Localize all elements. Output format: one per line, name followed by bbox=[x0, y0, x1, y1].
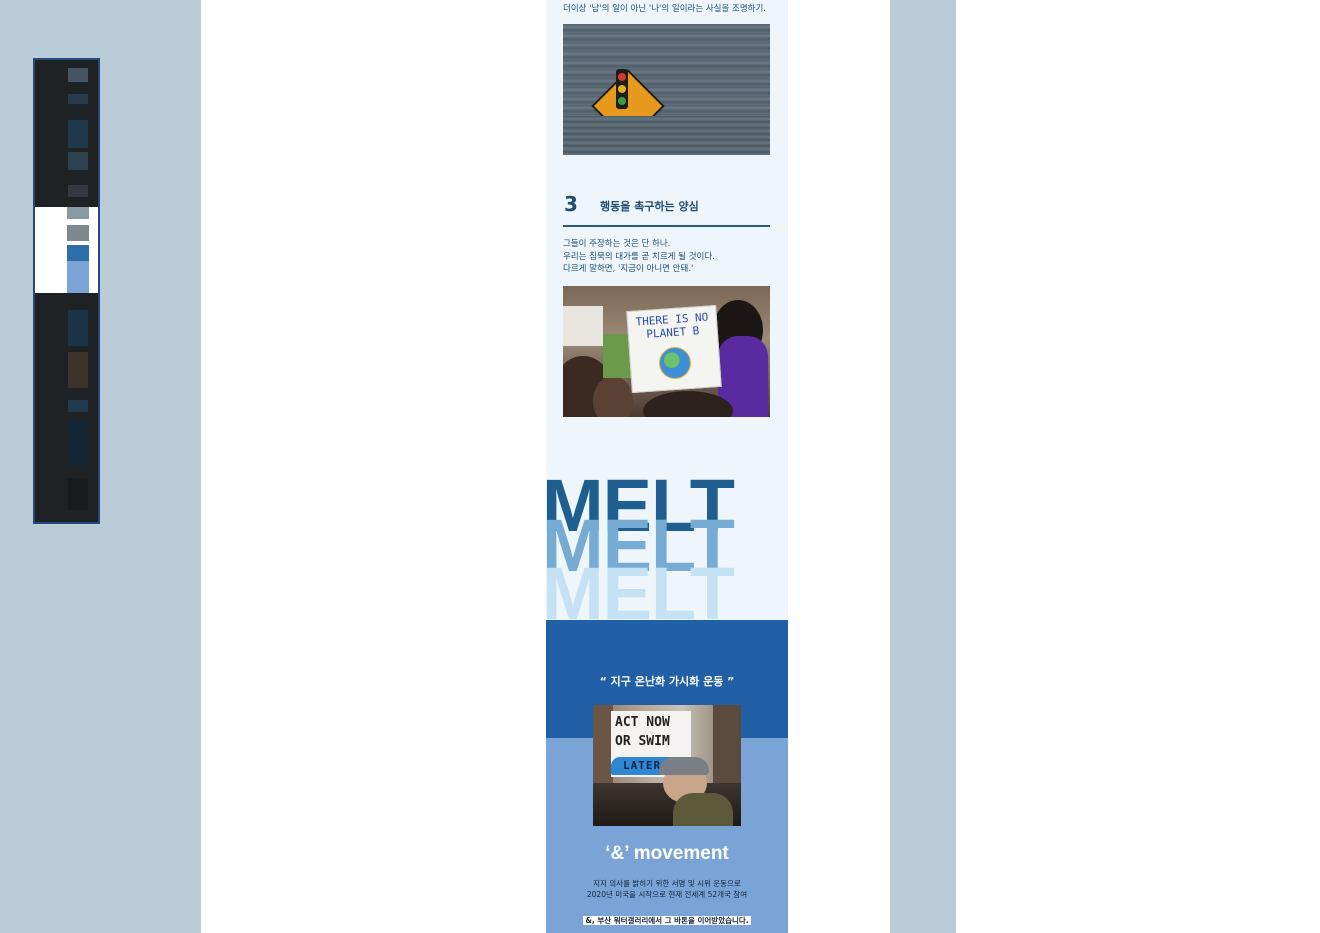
section-body-line: 그들이 주장하는 것은 단 하나. bbox=[563, 239, 671, 249]
melt-typography: MELT MELT MELT bbox=[546, 475, 788, 635]
act-now-sign-text: ACT NOW bbox=[615, 715, 670, 730]
document-page: 더이상 '남'의 일이 아닌 '나'의 일이라는 사실을 조명하기. 3 행동을… bbox=[546, 0, 788, 933]
protest-sign: THERE IS NO PLANET B bbox=[626, 304, 722, 394]
movement-title: ‘&’ movement bbox=[605, 843, 729, 864]
left-side-panel bbox=[0, 0, 201, 933]
viewport-strip bbox=[67, 225, 89, 241]
act-now-sign-text: LATER bbox=[623, 759, 662, 772]
movement-description-line: 2020년 미국을 시작으로 현재 전세계 52개국 참여 bbox=[586, 890, 748, 899]
section-body-line: 다르게 말하면, '지금이 아니면 안돼.' bbox=[563, 264, 694, 274]
navigator-dim-top bbox=[35, 60, 98, 207]
navigator-viewport[interactable] bbox=[35, 207, 98, 293]
movement-description: 지지 의사를 밝히기 위한 서명 및 시위 운동으로 2020년 미국을 시작으… bbox=[546, 878, 788, 900]
navigator-dim-bottom bbox=[35, 293, 98, 522]
traffic-light-icon bbox=[616, 69, 628, 109]
globe-icon bbox=[657, 345, 693, 381]
page-navigator[interactable] bbox=[33, 58, 100, 524]
right-side-panel bbox=[890, 0, 956, 933]
movement-note: &, 부산 워터갤러리에서 그 바톤을 이어받았습니다. bbox=[546, 915, 788, 926]
viewport-strip bbox=[67, 261, 89, 293]
section-body: 그들이 주장하는 것은 단 하나. 우리는 침묵의 대가를 곧 치르게 될 것이… bbox=[563, 238, 715, 276]
intro-caption: 더이상 '남'의 일이 아닌 '나'의 일이라는 사실을 조명하기. bbox=[563, 4, 767, 14]
viewport-strip bbox=[67, 245, 89, 261]
movement-description-line: 지지 의사를 밝히기 위한 서명 및 시위 운동으로 bbox=[593, 879, 741, 888]
section-divider bbox=[563, 225, 770, 227]
viewport-strip bbox=[67, 207, 89, 219]
movement-note-text: &, 부산 워터갤러리에서 그 바톤을 이어받았습니다. bbox=[583, 916, 751, 925]
campaign-quote: “ 지구 온난화 가시화 운동 ” bbox=[599, 675, 735, 688]
section-body-line: 우리는 침묵의 대가를 곧 치르게 될 것이다. bbox=[563, 251, 715, 262]
traffic-light-sign-in-flood-photo bbox=[563, 24, 770, 155]
act-now-protest-photo: ACT NOW OR SWIM LATER bbox=[593, 705, 741, 826]
flood-water bbox=[563, 116, 770, 155]
climate-protest-photo: THERE IS NO PLANET B bbox=[563, 286, 770, 417]
act-now-sign-text: OR SWIM bbox=[615, 734, 670, 749]
section-title: 행동을 촉구하는 양심 bbox=[600, 200, 699, 213]
section-number: 3 bbox=[564, 192, 578, 216]
